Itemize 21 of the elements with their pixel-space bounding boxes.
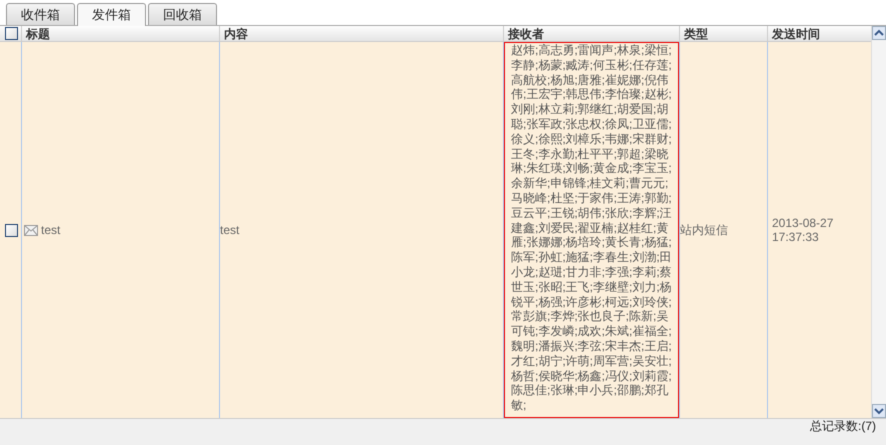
scrollbar[interactable] — [871, 26, 886, 418]
scroll-up-icon[interactable] — [872, 26, 886, 40]
tab[interactable]: 回收箱 — [148, 3, 217, 25]
checkbox[interactable] — [5, 27, 18, 40]
total-records: 总记录数:(7) — [810, 419, 876, 433]
checkbox[interactable] — [5, 224, 18, 236]
message-title: test — [41, 223, 60, 237]
message-type: 站内短信 — [680, 223, 728, 237]
column-header: 内容 — [224, 27, 248, 41]
recipients-list: 赵炜;高志勇;雷闻声;林泉;梁恒;李静;杨蒙;臧涛;何玉彬;任存莲;高航校;杨旭;唐雅;崔妮娜;倪伟伟;王宏宇;韩思伟;李怡璨;赵彬;刘刚;林立莉;郭继红;胡爱国;胡聪;张军政;张忠权;徐凤;卫亚儒;徐义;徐熙;刘樟乐;韦娜;宋群财;王冬;李永勤;杜平平;郭超;梁晓琳;朱红瑛;刘畅;黄金成;李宝玉;余新华;申锦锋;桂文莉;曹元元;马晓峰;杜坚;于家伟;王涛;郭勤;豆云平;王锐;胡伟;张欣;李辉;汪建鑫;刘爱民;翟亚楠;赵桂红;黄雁;张娜娜;杨培玲;黄长青;杨猛;陈军;孙虹;施猛;李春生;刘渤;田小龙;赵琎;甘力非;李强;李莉;蔡世玉;张昭;王飞;李继壁;刘力;杨锐平;杨强;许彦彬;柯远;刘玲侠;常彭旗;李烨;张也良子;陈新;吴可钝;李发嶙;成欢;朱斌;崔福全;魏明;潘振兴;李弦;宋丰杰;王启;才红;胡宁;许萌;周军营;吴安壮;杨哲;侯晓华;杨鑫;冯仪;刘莉霞;陈思佳;张琳;申小兵;邵鹏;郑孔敏; — [504, 42, 679, 418]
tab[interactable]: 收件箱 — [6, 3, 75, 25]
column-header: 类型 — [684, 27, 708, 41]
send-time: 17:37:33 — [772, 230, 819, 244]
tab[interactable]: 发件箱 — [77, 3, 146, 26]
column-header: 发送时间 — [772, 27, 820, 41]
envelope-icon — [24, 224, 38, 236]
scroll-down-icon[interactable] — [872, 404, 886, 418]
column-header: 标题 — [26, 27, 50, 41]
column-header: 接收者 — [508, 27, 544, 41]
message-content: test — [220, 223, 240, 237]
send-date: 2013-08-27 — [772, 216, 834, 230]
